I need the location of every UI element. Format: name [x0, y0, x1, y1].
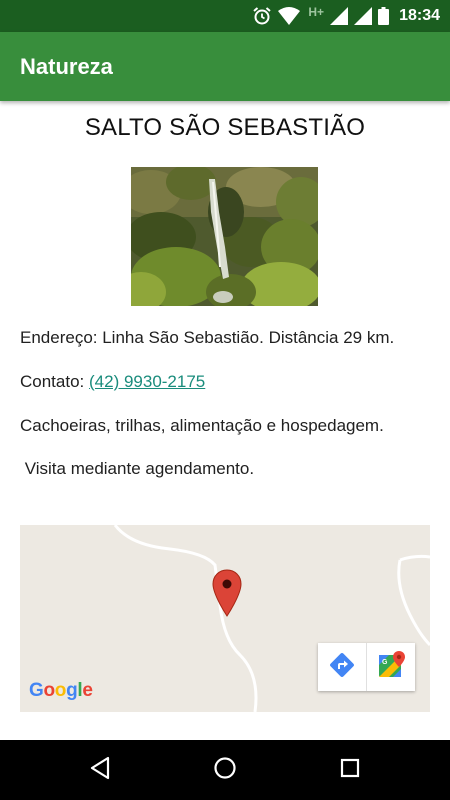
status-bar: H+ 18:34 [0, 0, 450, 32]
place-detail[interactable]: SALTO SÃO SEBASTIÃO Endereço: Linha São … [0, 101, 450, 740]
services-text: Cachoeiras, trilhas, alimentação e hospe… [20, 416, 384, 435]
status-icons: H+ 18:34 [252, 0, 440, 32]
status-time: 18:34 [399, 7, 440, 24]
contact-label: Contato: [20, 372, 89, 391]
battery-icon [378, 7, 390, 25]
signal-icon [330, 7, 349, 25]
recents-button[interactable] [336, 756, 364, 784]
app-bar: Natureza [0, 32, 450, 101]
map-toolbar: G [318, 643, 415, 691]
recents-icon [339, 757, 361, 784]
visit-text: Visita mediante agendamento. [20, 459, 255, 478]
svg-text:G: G [382, 659, 388, 666]
back-button[interactable] [86, 756, 114, 784]
map-view[interactable]: Google G [20, 525, 430, 712]
app-title: Natureza [20, 54, 113, 79]
directions-icon [329, 652, 355, 683]
place-title: SALTO SÃO SEBASTIÃO [84, 114, 366, 141]
wifi-icon [278, 7, 301, 25]
network-type-label: H+ [308, 5, 325, 19]
system-nav-bar [0, 740, 450, 800]
phone-link[interactable]: (42) 9930-2175 [89, 372, 205, 391]
home-icon [213, 756, 237, 785]
google-maps-icon: G [377, 650, 405, 684]
home-button[interactable] [211, 756, 239, 784]
signal-icon [354, 7, 373, 25]
google-logo: Google [29, 680, 93, 701]
address-text: Endereço: Linha São Sebastião. Distância… [20, 328, 395, 347]
contact-line: Contato: (42) 9930-2175 [20, 372, 205, 392]
open-in-maps-button[interactable]: G [366, 643, 414, 691]
place-photo [131, 167, 318, 306]
alarm-icon [252, 6, 272, 26]
map-pin-icon[interactable] [212, 569, 242, 617]
directions-button[interactable] [318, 643, 366, 691]
back-icon [89, 756, 111, 785]
